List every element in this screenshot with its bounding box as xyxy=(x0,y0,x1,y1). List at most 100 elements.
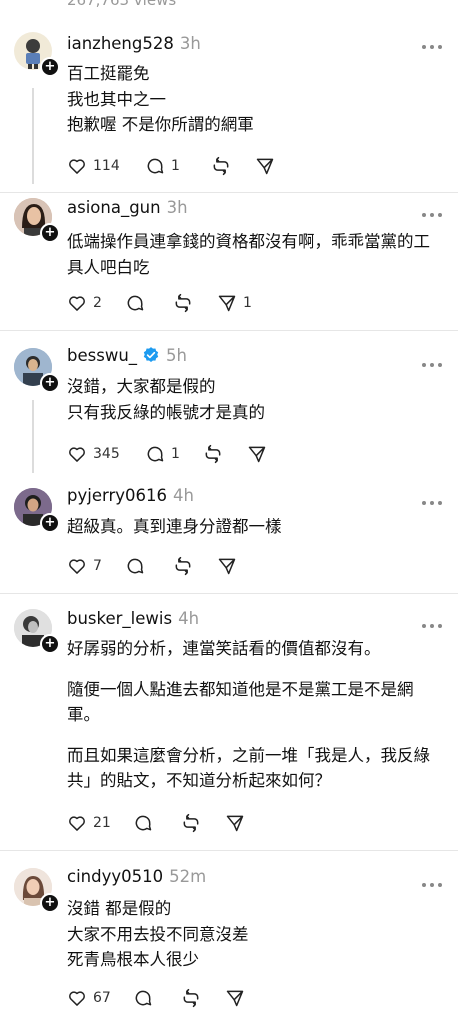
plus-icon[interactable]: + xyxy=(40,893,60,913)
avatar[interactable]: + xyxy=(14,348,60,393)
like-count: 114 xyxy=(93,158,120,174)
repost-button[interactable] xyxy=(203,444,247,464)
post-text-line: 抱歉喔 不是你所謂的網軍 xyxy=(67,115,254,134)
post-text-line: 共」的貼文，不知道分析起來如何？ xyxy=(67,771,331,790)
post-body: 百工挺罷免 我也其中之一 抱歉喔 不是你所謂的網軍 xyxy=(67,61,437,138)
username[interactable]: asiona_gun xyxy=(67,198,161,217)
post-body: 好孱弱的分析，連當笑話看的價值都沒有。 隨便一個人點進去都知道他是不是黨工是不是… xyxy=(67,636,452,794)
repost-icon xyxy=(175,293,191,313)
username[interactable]: busker_lewis xyxy=(67,609,172,628)
share-button[interactable] xyxy=(247,444,273,464)
post-text-line: 百工挺罷免 xyxy=(67,64,150,83)
comment-icon xyxy=(147,446,164,462)
reply-button[interactable]: 1 xyxy=(145,156,211,176)
share-button[interactable] xyxy=(255,156,281,176)
repost-icon xyxy=(183,813,199,833)
share-count: 1 xyxy=(243,295,252,311)
timestamp: 3h xyxy=(166,198,188,217)
post: + besswu_ 5h 沒錯，大家都是假的 只有我反綠的帳號才是真的 345 1 xyxy=(0,330,458,478)
comment-icon xyxy=(127,558,144,574)
username[interactable]: besswu_ xyxy=(67,346,137,365)
timestamp: 5h xyxy=(166,346,187,365)
send-icon xyxy=(226,815,244,832)
repost-button[interactable] xyxy=(181,813,225,833)
avatar[interactable]: + xyxy=(14,609,60,654)
avatar[interactable]: + xyxy=(14,868,60,913)
more-icon[interactable] xyxy=(420,354,444,370)
plus-icon[interactable]: + xyxy=(40,223,60,243)
like-button[interactable]: 114 xyxy=(67,156,145,176)
post: + pyjerry0616 4h 超級真。真到連身分證都一樣 7 xyxy=(0,478,458,594)
like-count: 345 xyxy=(93,446,120,462)
like-button[interactable]: 7 xyxy=(67,556,125,576)
username[interactable]: cindyy0510 xyxy=(67,867,163,886)
post-text-line: 而且如果這麼會分析，之前一堆「我是人，我反綠 xyxy=(67,745,430,765)
plus-icon[interactable]: + xyxy=(40,634,60,654)
like-button[interactable]: 67 xyxy=(67,988,133,1008)
repost-icon xyxy=(183,988,199,1008)
post-text-line: 低端操作員連拿錢的資格都沒有啊，乖乖當黨的工 xyxy=(67,232,430,251)
send-icon xyxy=(218,295,236,312)
timestamp: 4h xyxy=(178,609,200,628)
post-text-line: 我也其中之一 xyxy=(67,89,166,109)
reply-count: 1 xyxy=(171,158,180,174)
heart-icon xyxy=(69,447,85,462)
heart-icon xyxy=(69,816,85,831)
comment-icon xyxy=(127,295,144,311)
more-icon[interactable] xyxy=(420,874,444,890)
post-text-line: 軍。 xyxy=(67,705,100,724)
like-button[interactable]: 345 xyxy=(67,444,145,464)
share-button[interactable] xyxy=(225,988,251,1008)
more-icon[interactable] xyxy=(420,36,444,52)
share-button[interactable]: 1 xyxy=(217,293,252,313)
post: + cindyy0510 52m 沒錯 都是假的 大家不用去投不同意沒差 死青鳥根… xyxy=(0,850,458,1024)
more-icon[interactable] xyxy=(420,492,444,508)
plus-icon[interactable]: + xyxy=(40,513,60,533)
avatar[interactable]: + xyxy=(14,198,60,243)
like-count: 2 xyxy=(93,295,102,311)
heart-icon xyxy=(69,296,85,311)
view-count: 267,763 views xyxy=(67,0,177,9)
like-button[interactable]: 2 xyxy=(67,293,125,313)
repost-button[interactable] xyxy=(181,988,225,1008)
reply-button[interactable] xyxy=(133,813,181,833)
avatar[interactable]: + xyxy=(14,32,60,77)
repost-icon xyxy=(175,556,191,576)
like-button[interactable]: 21 xyxy=(67,813,133,833)
share-button[interactable] xyxy=(217,556,243,576)
post-body: 低端操作員連拿錢的資格都沒有啊，乖乖當黨的工 具人吧白吃 xyxy=(67,229,452,280)
repost-button[interactable] xyxy=(173,293,217,313)
post: + asiona_gun 3h 低端操作員連拿錢的資格都沒有啊，乖乖當黨的工 具人… xyxy=(0,192,458,331)
reply-button[interactable]: 1 xyxy=(145,444,203,464)
plus-icon[interactable]: + xyxy=(40,373,60,393)
avatar[interactable]: + xyxy=(14,488,60,533)
more-icon[interactable] xyxy=(420,615,444,631)
repost-button[interactable] xyxy=(211,156,255,176)
like-count: 21 xyxy=(93,815,111,831)
reply-button[interactable] xyxy=(133,988,181,1008)
send-icon xyxy=(248,446,266,463)
post-body: 沒錯，大家都是假的 只有我反綠的帳號才是真的 xyxy=(67,374,437,425)
post: + ianzheng528 3h 百工挺罷免 我也其中之一 抱歉喔 不是你所謂的網… xyxy=(0,24,458,193)
repost-button[interactable] xyxy=(173,556,217,576)
share-button[interactable] xyxy=(225,813,251,833)
username[interactable]: pyjerry0616 xyxy=(67,486,167,505)
more-icon[interactable] xyxy=(420,204,444,220)
reply-count: 1 xyxy=(171,446,180,462)
timestamp: 3h xyxy=(179,34,201,53)
send-icon xyxy=(256,158,274,175)
heart-icon xyxy=(69,559,85,574)
post-text-line: 沒錯，大家都是假的 xyxy=(67,377,216,396)
repost-icon xyxy=(205,444,221,464)
repost-icon xyxy=(213,156,229,176)
post-text-line: 死青鳥根本人很少 xyxy=(67,950,199,969)
username[interactable]: ianzheng528 xyxy=(67,34,174,53)
post-text-line: 具人吧白吃 xyxy=(67,257,150,277)
send-icon xyxy=(226,990,244,1007)
reply-button[interactable] xyxy=(125,293,173,313)
post: + busker_lewis 4h 好孱弱的分析，連當笑話看的價值都沒有。 隨便一… xyxy=(0,593,458,851)
reply-button[interactable] xyxy=(125,556,173,576)
plus-icon[interactable]: + xyxy=(40,57,60,77)
post-body: 沒錯 都是假的 大家不用去投不同意沒差 死青鳥根本人很少 xyxy=(67,896,437,973)
heart-icon xyxy=(69,991,85,1006)
